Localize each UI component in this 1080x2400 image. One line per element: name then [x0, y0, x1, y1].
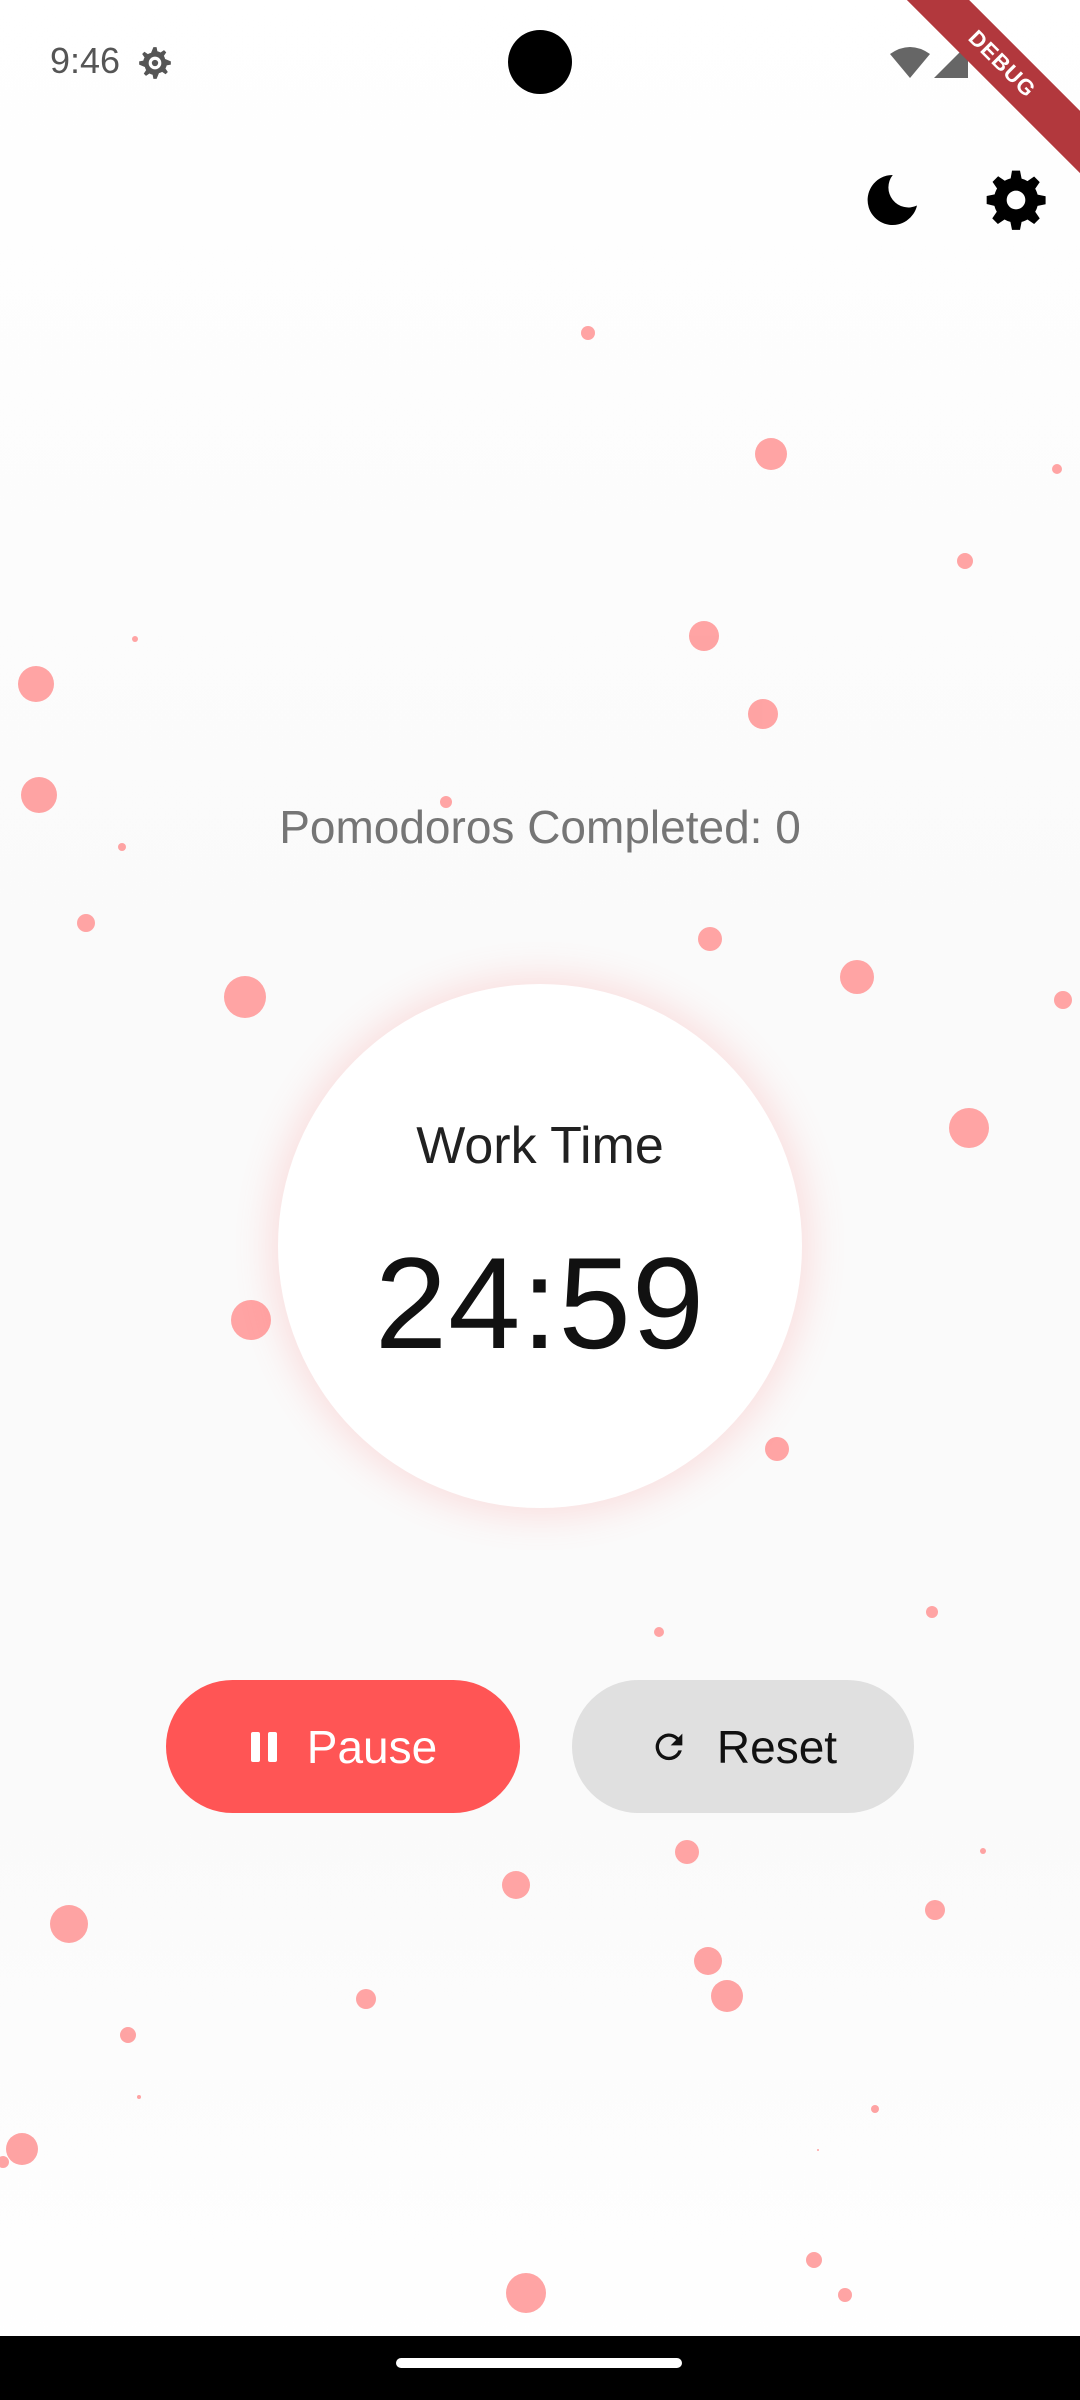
moon-icon [867, 174, 917, 225]
particle [694, 1947, 722, 1975]
reset-button-label: Reset [716, 1720, 838, 1773]
particle [1052, 464, 1062, 474]
timer-mode-label: Work Time [416, 1117, 664, 1175]
particle [689, 621, 719, 651]
status-time: 9:46 [50, 40, 121, 81]
theme-toggle-button[interactable] [856, 164, 928, 236]
particle [926, 1606, 938, 1618]
particle [132, 636, 138, 642]
settings-button[interactable] [980, 164, 1052, 236]
gear-icon [986, 170, 1046, 230]
refresh-icon [655, 1732, 683, 1760]
particle [698, 927, 722, 951]
wifi-icon [890, 47, 930, 78]
particle [18, 666, 54, 702]
pause-icon [250, 1731, 277, 1762]
particle [748, 699, 778, 729]
particle [506, 2273, 546, 2313]
particle [765, 1437, 789, 1461]
particle [356, 1989, 376, 2009]
pause-button[interactable]: Pause [166, 1680, 520, 1813]
particle [0, 2156, 9, 2168]
particle [980, 1848, 986, 1854]
particle [675, 1840, 699, 1864]
particle [806, 2252, 822, 2268]
camera-cutout [508, 30, 572, 94]
reset-button[interactable]: Reset [572, 1680, 914, 1813]
particle [1054, 991, 1072, 1009]
particle [817, 2149, 819, 2151]
particle [840, 960, 874, 994]
particle [502, 1871, 530, 1899]
timer-countdown: 24:59 [374, 1230, 706, 1376]
particle [77, 914, 95, 932]
particle [6, 2133, 38, 2165]
particle [755, 438, 787, 470]
particle [581, 326, 595, 340]
pause-button-label: Pause [306, 1720, 438, 1773]
particle [224, 976, 266, 1018]
particle [711, 1980, 743, 2012]
status-bar: 9:46 [0, 0, 1080, 128]
particle [925, 1900, 945, 1920]
particle [654, 1627, 664, 1637]
home-indicator[interactable] [396, 2358, 682, 2368]
particle [957, 553, 973, 569]
pomodoro-counter: Pomodoros Completed: 0 [279, 801, 801, 853]
particle [137, 2095, 141, 2099]
particle [120, 2027, 136, 2043]
system-nav-bar [0, 2336, 1080, 2400]
particle [871, 2105, 879, 2113]
settings-gear-icon [139, 47, 171, 79]
particle [50, 1905, 88, 1943]
particle [838, 2288, 852, 2302]
